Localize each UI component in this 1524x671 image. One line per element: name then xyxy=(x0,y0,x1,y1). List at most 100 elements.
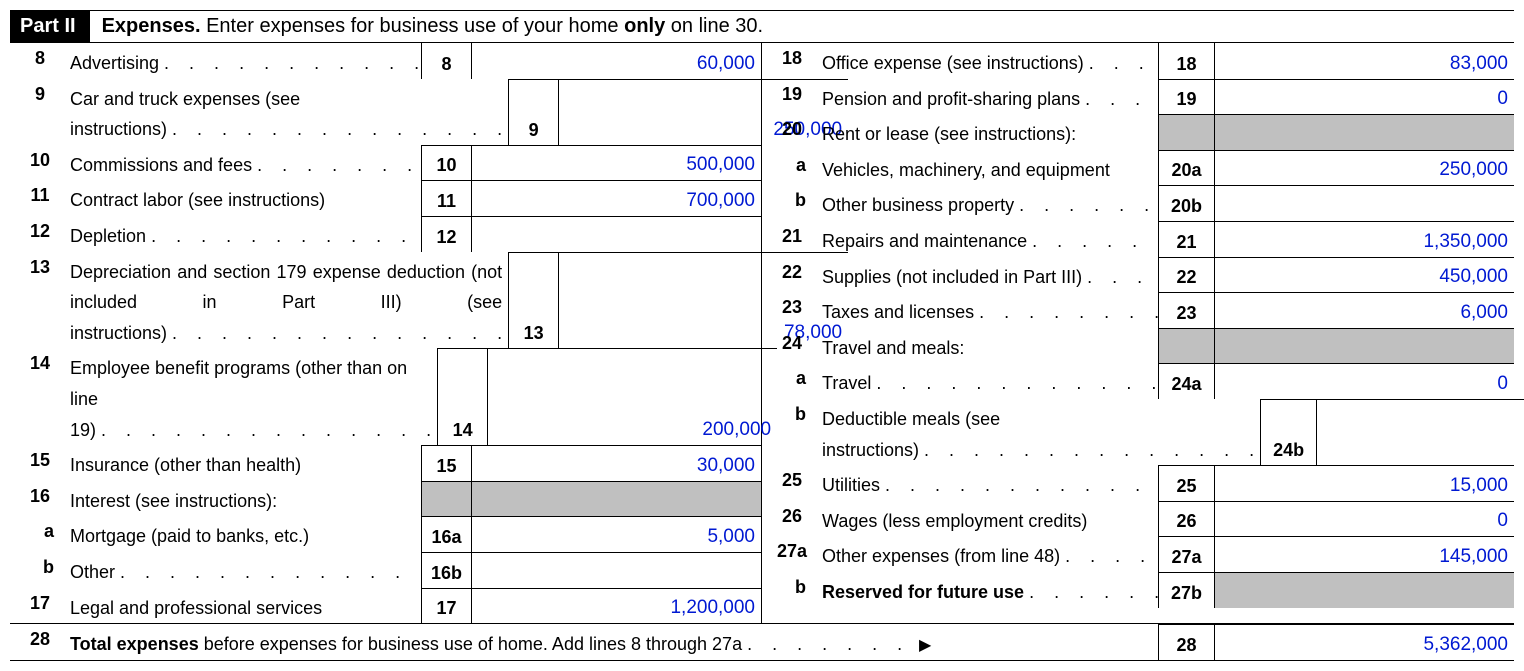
title-prefix: Expenses. xyxy=(102,15,201,37)
box-number: 12 xyxy=(421,216,471,252)
line-row: 15Insurance (other than health)1530,000 xyxy=(10,445,761,481)
line-number: 15 xyxy=(10,445,70,481)
line-label: Commissions and fees . . . . . . . . . .… xyxy=(70,145,421,181)
leader-dots: . . . . . . . . . . . . . . xyxy=(1027,231,1158,251)
leader-dots: . . . . . . . . . . . . . . xyxy=(974,302,1158,322)
line-row: 12Depletion . . . . . . . . . . . . . .1… xyxy=(10,216,761,252)
line-label: Utilities . . . . . . . . . . . . . . xyxy=(822,465,1158,501)
amount-value[interactable]: 250,000 xyxy=(1214,150,1514,186)
total-row: 28 Total expenses before expenses for bu… xyxy=(10,623,1514,660)
line-label: Car and truck expenses (see instructions… xyxy=(70,79,508,145)
leader-dots: . . . . . . . . . . . . . . xyxy=(919,440,1254,460)
line-row: 21Repairs and maintenance . . . . . . . … xyxy=(762,221,1514,257)
box-number: 17 xyxy=(421,588,471,624)
amount-value[interactable]: 15,000 xyxy=(1214,465,1514,501)
amount-value[interactable]: 1,350,000 xyxy=(1214,221,1514,257)
line-row: 17Legal and professional services171,200… xyxy=(10,588,761,624)
line-row: aVehicles, machinery, and equipment20a25… xyxy=(762,150,1514,186)
amount-value[interactable] xyxy=(1214,572,1514,608)
line-number: 10 xyxy=(10,145,70,181)
line-label: Supplies (not included in Part III) . . … xyxy=(822,257,1158,293)
box-number: 21 xyxy=(1158,221,1214,257)
line-row: bOther business property . . . . . . . .… xyxy=(762,185,1514,221)
box-number: 16b xyxy=(421,552,471,588)
line-number: b xyxy=(10,552,70,588)
line-label: Interest (see instructions): xyxy=(70,481,421,517)
amount-value[interactable] xyxy=(1214,185,1514,221)
amount-value[interactable]: 700,000 xyxy=(471,180,761,216)
amount-value[interactable] xyxy=(1214,328,1514,364)
box-number: 18 xyxy=(1158,43,1214,79)
box-number: 25 xyxy=(1158,465,1214,501)
part-header: Part II Expenses. Enter expenses for bus… xyxy=(10,11,1514,43)
form-part-ii: Part II Expenses. Enter expenses for bus… xyxy=(10,10,1514,661)
leader-dots: . . . . . . . . . . . . . . xyxy=(1024,582,1158,602)
amount-value[interactable]: 5,000 xyxy=(471,516,761,552)
box-number: 24a xyxy=(1158,363,1214,399)
line-label: Travel . . . . . . . . . . . . . . xyxy=(822,363,1158,399)
amount-value[interactable]: 450,000 xyxy=(1214,257,1514,293)
amount-value[interactable]: 0 xyxy=(1214,501,1514,537)
line-number: 8 xyxy=(10,43,70,79)
title-end: on line 30. xyxy=(665,15,763,37)
leader-dots: . . . . . . . . . . . . . . xyxy=(167,323,502,343)
line-label: Legal and professional services xyxy=(70,588,421,624)
line-number: 28 xyxy=(10,624,70,660)
amount-value[interactable]: 6,000 xyxy=(1214,292,1514,328)
line-number: a xyxy=(10,516,70,552)
total-label-bold: Total expenses xyxy=(70,634,199,654)
line-number: b xyxy=(762,399,822,465)
right-column: 18Office expense (see instructions) . . … xyxy=(762,43,1514,623)
amount-value[interactable]: 145,000 xyxy=(1214,536,1514,572)
line-row: 24Travel and meals: xyxy=(762,328,1514,364)
line-number: 11 xyxy=(10,180,70,216)
line-row: 27aOther expenses (from line 48) . . . .… xyxy=(762,536,1514,572)
leader-dots: . . . . . . . xyxy=(742,634,902,654)
leader-dots: . . . . . . . . . . . . . . xyxy=(167,119,502,139)
line-label: Other expenses (from line 48) . . . . . … xyxy=(822,536,1158,572)
line-number: 18 xyxy=(762,43,822,79)
line-label: Taxes and licenses . . . . . . . . . . .… xyxy=(822,292,1158,328)
line-label: Contract labor (see instructions) xyxy=(70,180,421,216)
amount-value[interactable]: 0 xyxy=(1214,79,1514,115)
box-number: 23 xyxy=(1158,292,1214,328)
line-number: a xyxy=(762,150,822,186)
amount-value[interactable]: 0 xyxy=(1214,363,1514,399)
leader-dots: . . . . . . . . . . . . . . xyxy=(115,562,421,582)
line-row: 26Wages (less employment credits)260 xyxy=(762,501,1514,537)
line-row: 23Taxes and licenses . . . . . . . . . .… xyxy=(762,292,1514,328)
line-label: Other . . . . . . . . . . . . . . xyxy=(70,552,421,588)
box-number: 9 xyxy=(508,79,558,145)
line-label: Employee benefit programs (other than on… xyxy=(70,348,437,445)
box-number: 16a xyxy=(421,516,471,552)
line-row: 18Office expense (see instructions) . . … xyxy=(762,43,1514,79)
line-number: 13 xyxy=(10,252,70,349)
line-label: Advertising . . . . . . . . . . . . . . xyxy=(70,43,421,79)
amount-value[interactable] xyxy=(471,481,761,517)
amount-value[interactable]: 30,000 xyxy=(471,445,761,481)
amount-value[interactable]: 83,000 xyxy=(1214,43,1514,79)
amount-value[interactable]: 60,000 xyxy=(471,43,761,79)
amount-value[interactable]: 1,200,000 xyxy=(471,588,761,624)
amount-value[interactable] xyxy=(471,552,761,588)
amount-value[interactable]: 40,000 xyxy=(1316,399,1524,465)
line-number: 9 xyxy=(10,79,70,145)
amount-value[interactable] xyxy=(1214,114,1514,150)
line-label: Depletion . . . . . . . . . . . . . . xyxy=(70,216,421,252)
line-row: 16Interest (see instructions): xyxy=(10,481,761,517)
box-number: 20b xyxy=(1158,185,1214,221)
line-row: bOther . . . . . . . . . . . . . .16b xyxy=(10,552,761,588)
leader-dots: . . . . . . . . . . . . . . xyxy=(1084,53,1158,73)
line-label: Insurance (other than health) xyxy=(70,445,421,481)
box-number: 27b xyxy=(1158,572,1214,608)
line-number: 17 xyxy=(10,588,70,624)
amount-value[interactable]: 200,000 xyxy=(487,348,777,445)
leader-dots: . . . . . . . . . . . . . . xyxy=(880,475,1158,495)
box-number xyxy=(1158,328,1214,364)
expense-columns: 8Advertising . . . . . . . . . . . . . .… xyxy=(10,43,1514,623)
total-label-rest: before expenses for business use of home… xyxy=(199,634,742,654)
line-row: aMortgage (paid to banks, etc.)16a5,000 xyxy=(10,516,761,552)
box-number: 8 xyxy=(421,43,471,79)
amount-value[interactable] xyxy=(471,216,761,252)
amount-value[interactable]: 500,000 xyxy=(471,145,761,181)
